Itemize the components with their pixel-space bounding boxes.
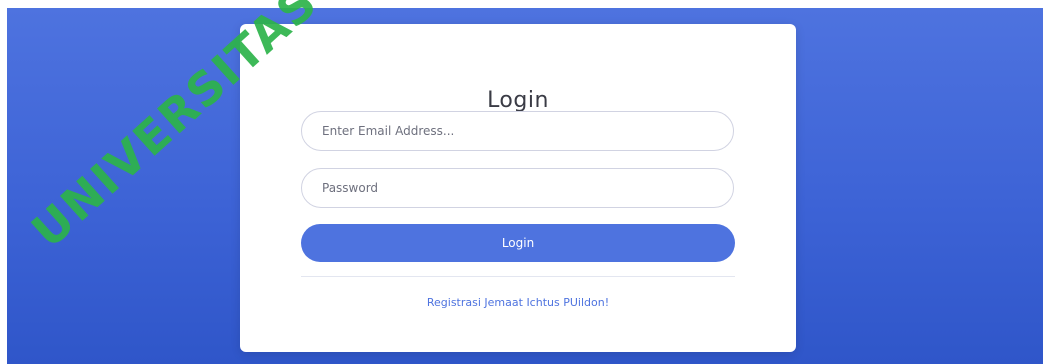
login-button-label: Login — [501, 236, 535, 250]
login-button[interactable]: Login — [301, 224, 735, 262]
login-page: Login Enter Email Address... Password Lo… — [0, 0, 1048, 364]
password-placeholder: Password — [322, 181, 379, 195]
login-card: Login Enter Email Address... Password Lo… — [240, 24, 796, 352]
email-field[interactable]: Enter Email Address... — [301, 111, 734, 151]
register-link[interactable]: Registrasi Jemaat Ichtus PUildon! — [240, 296, 796, 309]
password-field[interactable]: Password — [301, 168, 734, 208]
email-placeholder: Enter Email Address... — [322, 124, 455, 138]
divider — [301, 276, 735, 277]
